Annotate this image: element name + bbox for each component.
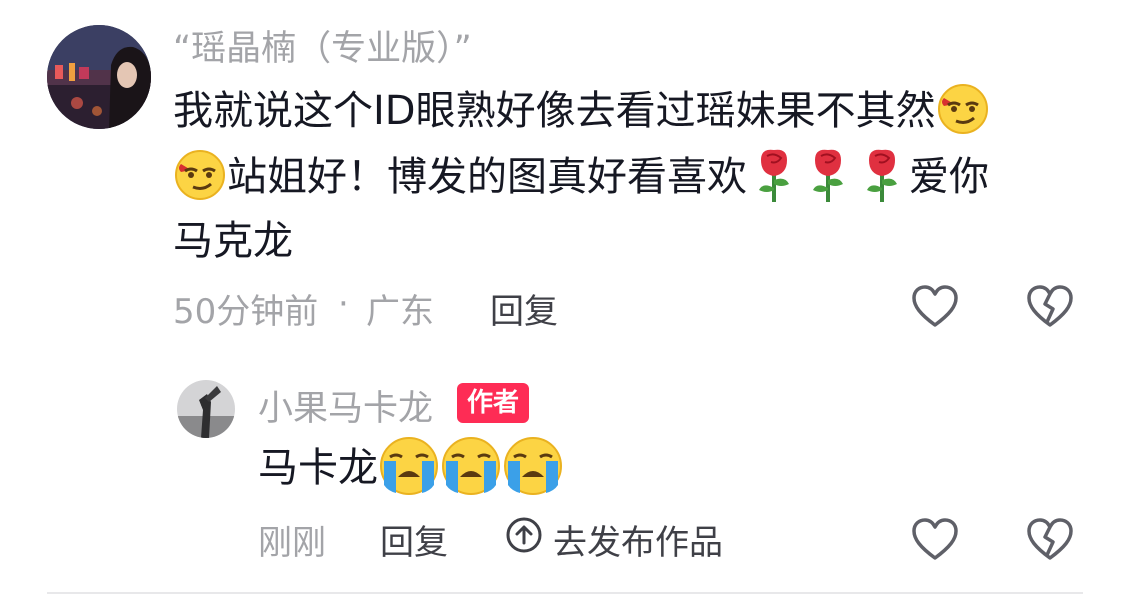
smirk-emoji-icon xyxy=(936,82,990,136)
avatar[interactable] xyxy=(177,380,235,438)
comment-text-line: 爱你 xyxy=(909,154,989,200)
publish-work-button[interactable]: 去发布作品 xyxy=(505,515,723,564)
comment-text: 站姐好！博发的图真好看喜欢 爱你 xyxy=(173,144,989,210)
rose-emoji-icon xyxy=(855,146,909,204)
divider xyxy=(47,592,1083,594)
like-heart-icon[interactable] xyxy=(910,282,960,332)
reply-text-line: 马卡龙 xyxy=(258,445,378,491)
comment-text: 马克龙 xyxy=(173,218,293,264)
reply-username[interactable]: 小果马卡龙 xyxy=(258,380,433,431)
crying-emoji-icon xyxy=(378,435,440,497)
dislike-broken-heart-icon[interactable] xyxy=(1025,282,1075,332)
publish-work-label: 去发布作品 xyxy=(553,523,723,563)
reply-button[interactable]: 回复 xyxy=(490,284,558,333)
dislike-broken-heart-icon[interactable] xyxy=(1025,515,1075,565)
comment-time: 50分钟前 xyxy=(173,292,319,332)
smirk-emoji-icon xyxy=(173,148,227,202)
comment-location: 广东 xyxy=(366,292,434,332)
comment-username[interactable]: “瑶晶楠（专业版）” xyxy=(173,20,472,71)
avatar[interactable] xyxy=(47,25,151,129)
rose-emoji-icon xyxy=(747,146,801,204)
reply-text: 马卡龙 xyxy=(258,435,564,501)
like-heart-icon[interactable] xyxy=(910,515,960,565)
comment-text: 我就说这个ID眼熟好像去看过瑶妹果不其然 xyxy=(173,78,990,144)
meta-separator: · xyxy=(338,284,349,324)
rose-emoji-icon xyxy=(801,146,855,204)
comment-text-line: 我就说这个ID眼熟好像去看过瑶妹果不其然 xyxy=(173,88,936,134)
reply-button[interactable]: 回复 xyxy=(380,515,448,564)
comment-text-line: 站姐好！博发的图真好看喜欢 xyxy=(227,154,747,200)
upload-arrow-icon xyxy=(505,516,543,563)
reply-time: 刚刚 xyxy=(258,523,326,563)
author-badge: 作者 xyxy=(457,383,530,423)
crying-emoji-icon xyxy=(502,435,564,497)
crying-emoji-icon xyxy=(440,435,502,497)
